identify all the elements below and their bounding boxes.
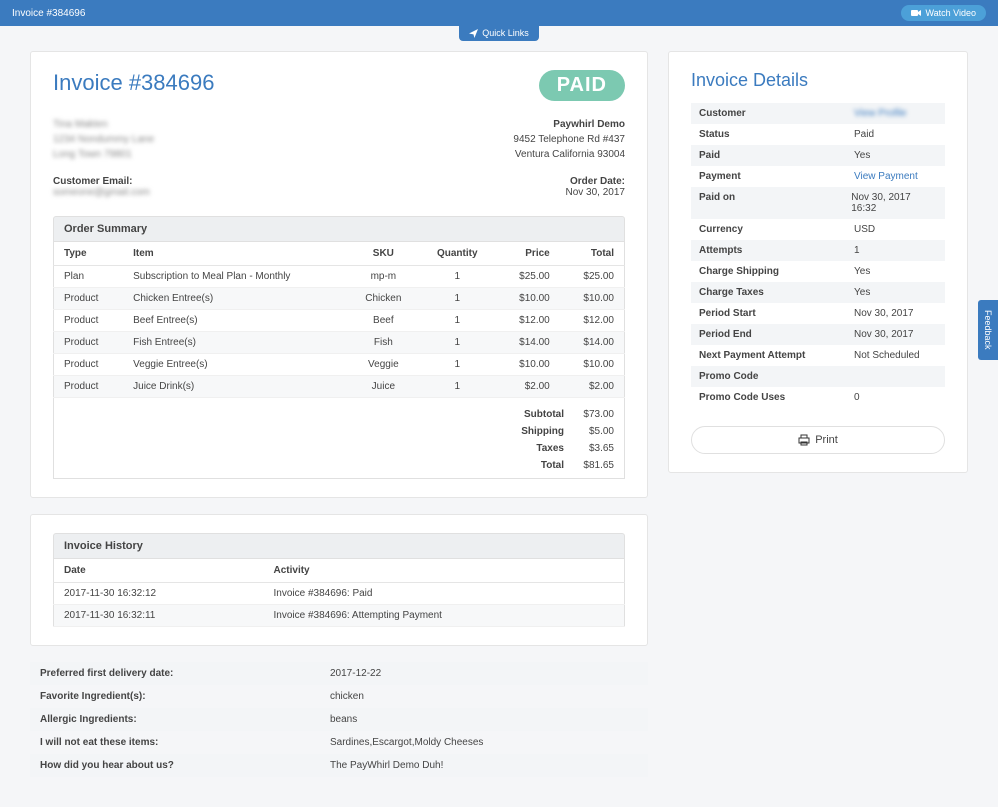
col-item: Item — [123, 242, 348, 266]
detail-row: Paid onNov 30, 2017 16:32 — [691, 187, 945, 219]
table-row: 2017-11-30 16:32:11Invoice #384696: Atte… — [54, 605, 625, 627]
history-header: Invoice History — [53, 533, 625, 559]
table-row: PlanSubscription to Meal Plan - Monthlym… — [54, 266, 625, 288]
details-panel: Invoice Details CustomerView ProfileStat… — [668, 51, 968, 473]
detail-row: CurrencyUSD — [691, 219, 945, 240]
quick-links-wrap: Quick Links — [0, 25, 998, 41]
col-type: Type — [54, 242, 124, 266]
detail-row: PaymentView Payment — [691, 166, 945, 187]
customer-address: Tina Makten 1234 Nondummy Lane Long Town… — [53, 117, 154, 162]
details-title: Invoice Details — [691, 70, 945, 91]
order-summary-header: Order Summary — [53, 216, 625, 242]
col-qty: Quantity — [419, 242, 496, 266]
qa-panel: Preferred first delivery date:2017-12-22… — [30, 662, 648, 777]
detail-value: Nov 30, 2017 — [854, 308, 914, 319]
history-table: Date Activity 2017-11-30 16:32:12Invoice… — [53, 559, 625, 627]
detail-value: Yes — [854, 266, 870, 277]
send-icon — [469, 29, 478, 38]
video-icon — [911, 9, 921, 17]
col-total: Total — [560, 242, 625, 266]
detail-row: StatusPaid — [691, 124, 945, 145]
detail-row: PaidYes — [691, 145, 945, 166]
history-panel: Invoice History Date Activity 2017-11-30… — [30, 514, 648, 646]
detail-row: Period EndNov 30, 2017 — [691, 324, 945, 345]
col-date: Date — [54, 559, 264, 583]
qa-row: Preferred first delivery date:2017-12-22 — [30, 662, 648, 685]
table-row: 2017-11-30 16:32:12Invoice #384696: Paid — [54, 583, 625, 605]
detail-value: USD — [854, 224, 875, 235]
quick-links-label: Quick Links — [482, 28, 529, 38]
watch-video-label: Watch Video — [925, 8, 976, 18]
qa-row: Favorite Ingredient(s):chicken — [30, 685, 648, 708]
paid-stamp: PAID — [539, 70, 625, 101]
table-row: ProductChicken Entree(s)Chicken1$10.00$1… — [54, 288, 625, 310]
detail-value: Yes — [854, 150, 870, 161]
detail-value: Nov 30, 2017 — [854, 329, 914, 340]
detail-row: Charge ShippingYes — [691, 261, 945, 282]
detail-value[interactable]: View Profile — [854, 108, 907, 119]
detail-row: Period StartNov 30, 2017 — [691, 303, 945, 324]
detail-value: 0 — [854, 392, 860, 403]
table-row: ProductJuice Drink(s)Juice1$2.00$2.00 — [54, 376, 625, 398]
watch-video-button[interactable]: Watch Video — [901, 5, 986, 21]
customer-email: Customer Email: someone@gmail.com — [53, 176, 150, 198]
col-activity: Activity — [264, 559, 625, 583]
company-address: Paywhirl Demo 9452 Telephone Rd #437 Ven… — [513, 117, 625, 162]
print-button[interactable]: Print — [691, 426, 945, 454]
print-icon — [798, 434, 810, 446]
feedback-tab[interactable]: Feedback — [978, 300, 998, 360]
page-title: Invoice #384696 — [12, 8, 85, 19]
detail-value[interactable]: View Payment — [854, 171, 918, 182]
order-date: Order Date: Nov 30, 2017 — [566, 176, 626, 198]
invoice-panel: Invoice #384696 PAID Tina Makten 1234 No… — [30, 51, 648, 498]
detail-row: Promo Code — [691, 366, 945, 387]
detail-value: Not Scheduled — [854, 350, 920, 361]
invoice-heading: Invoice #384696 — [53, 70, 214, 96]
qa-row: Allergic Ingredients:beans — [30, 708, 648, 731]
qa-row: I will not eat these items:Sardines,Esca… — [30, 731, 648, 754]
col-price: Price — [496, 242, 560, 266]
topbar: Invoice #384696 Watch Video — [0, 0, 998, 26]
detail-value: Paid — [854, 129, 874, 140]
qa-row: How did you hear about us?The PayWhirl D… — [30, 754, 648, 777]
print-label: Print — [815, 434, 838, 446]
table-row: ProductFish Entree(s)Fish1$14.00$14.00 — [54, 332, 625, 354]
detail-row: CustomerView Profile — [691, 103, 945, 124]
quick-links-button[interactable]: Quick Links — [459, 25, 539, 41]
detail-value: Nov 30, 2017 16:32 — [851, 192, 937, 214]
detail-value: 1 — [854, 245, 860, 256]
col-sku: SKU — [348, 242, 419, 266]
detail-row: Charge TaxesYes — [691, 282, 945, 303]
detail-row: Attempts1 — [691, 240, 945, 261]
table-row: ProductVeggie Entree(s)Veggie1$10.00$10.… — [54, 354, 625, 376]
detail-value: Yes — [854, 287, 870, 298]
order-summary-table: Type Item SKU Quantity Price Total PlanS… — [53, 242, 625, 398]
order-totals: Subtotal$73.00 Shipping$5.00 Taxes$3.65 … — [53, 398, 625, 479]
detail-row: Next Payment AttemptNot Scheduled — [691, 345, 945, 366]
detail-row: Promo Code Uses0 — [691, 387, 945, 408]
table-row: ProductBeef Entree(s)Beef1$12.00$12.00 — [54, 310, 625, 332]
